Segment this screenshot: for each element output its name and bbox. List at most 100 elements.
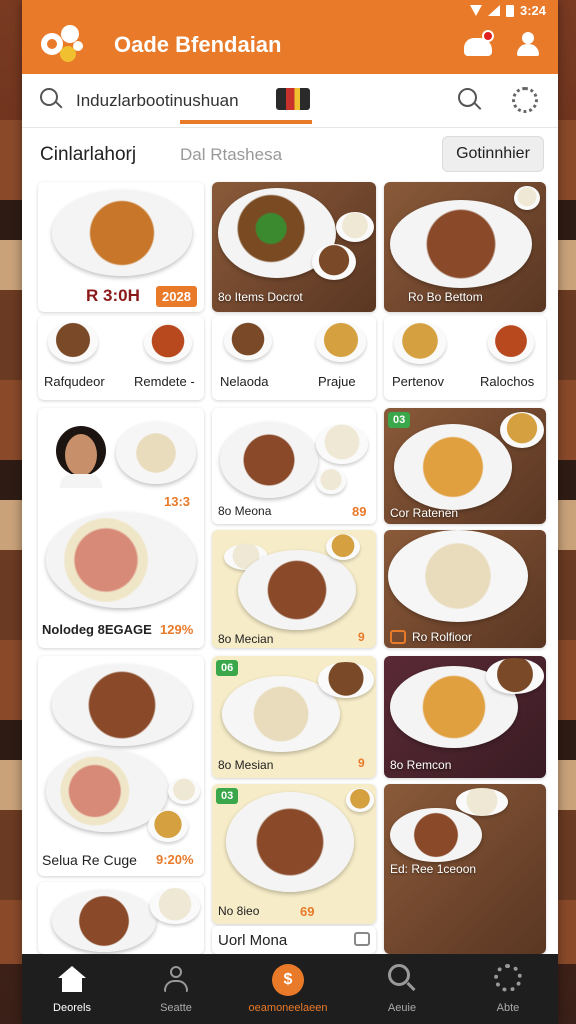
food-card-8[interactable]: Ro Rolfioor xyxy=(384,530,546,648)
card-price: 9:20% xyxy=(156,852,194,867)
card-badge: 03 xyxy=(216,788,239,804)
card-label: No 8ieo xyxy=(218,904,260,918)
image-icon xyxy=(354,932,370,946)
rice-bowl-image xyxy=(316,424,368,464)
food-card-12[interactable]: 03 No 8ieo 69 xyxy=(212,784,376,924)
dish-image xyxy=(226,792,354,892)
dish-image xyxy=(390,200,532,288)
notifications-button[interactable] xyxy=(464,30,496,58)
card-label: Ed: Ree 1ceoon xyxy=(390,862,477,876)
dish-image xyxy=(46,512,196,608)
food-card-5[interactable]: 8o Meona 89 xyxy=(212,408,376,524)
card-tag: 13:3 xyxy=(164,494,191,509)
user-icon xyxy=(164,966,188,992)
food-icon xyxy=(390,630,406,644)
filter-button[interactable]: Gotinnhier xyxy=(442,136,544,172)
food-card-10[interactable]: 06 8o Mesian 9 xyxy=(212,656,376,778)
sushi-icon[interactable] xyxy=(276,88,310,110)
card-label: Ro Bo Bettom xyxy=(408,290,483,304)
status-time: 3:24 xyxy=(519,3,546,18)
card-label: 8o Mecian xyxy=(218,632,274,646)
card-label: Cor Ratenen xyxy=(390,506,459,520)
sauce-bowl-image xyxy=(326,534,360,560)
category-label: Ralochos xyxy=(480,374,535,389)
search-input[interactable] xyxy=(76,88,266,114)
nav-label: Aeuie xyxy=(387,1002,417,1014)
card-label: Ro Rolfioor xyxy=(412,630,473,644)
food-card-3[interactable]: Ro Bo Bettom xyxy=(384,182,546,312)
section-subtitle[interactable]: Dal Rtashesa xyxy=(180,145,282,165)
food-card-6[interactable]: 03 Cor Ratenen xyxy=(384,408,546,524)
nav-find[interactable]: Aeuie xyxy=(352,954,452,1024)
card-price: 89 xyxy=(352,504,367,519)
food-card-11[interactable]: 8o Remcon xyxy=(384,656,546,778)
card-price: R 3:0H xyxy=(86,286,140,305)
user-icon-head xyxy=(522,32,534,44)
food-card-4[interactable]: 13:3 Nolodeg 8EGAGE 129% xyxy=(38,408,204,648)
search-icon xyxy=(388,964,416,992)
app-title: Oade Bfendaian xyxy=(114,32,282,57)
settings-gear-icon[interactable] xyxy=(512,87,538,113)
food-card-15[interactable]: Uorl Mona xyxy=(212,926,376,954)
section-title: Cinlarlahorj xyxy=(40,144,137,165)
nav-home[interactable]: Deorels xyxy=(22,954,122,1024)
bowl-image xyxy=(394,322,446,364)
nav-seatte[interactable]: Seatte xyxy=(126,954,226,1024)
bottom-navigation: Deorels Seatte $ oeamoneelaeen Aeuie Abt… xyxy=(22,954,558,1024)
app-screen: 3:24 Oade Bfendaian Cinlarlahorj Dal Rta… xyxy=(22,0,558,1024)
nav-label: Deorels xyxy=(53,1002,91,1014)
category-label: Nelaoda xyxy=(220,374,269,389)
notification-dot xyxy=(482,30,494,42)
side-bowl-image xyxy=(456,788,508,816)
side-bowl-image xyxy=(336,212,374,242)
food-card-9[interactable]: Selua Re Cuge 9:20% xyxy=(38,656,204,876)
home-icon xyxy=(58,966,86,992)
category-label: Pertenov xyxy=(392,374,445,389)
profile-button[interactable] xyxy=(514,30,542,58)
bowl-image xyxy=(144,324,192,362)
side-bowl-image xyxy=(168,778,200,804)
category-card-2[interactable]: Nelaoda Prajue xyxy=(212,316,376,400)
bowl-image xyxy=(48,322,98,362)
nav-more[interactable]: Abte xyxy=(458,954,558,1024)
side-bowl-image xyxy=(318,662,374,698)
signal-icon xyxy=(487,5,500,16)
bowl-image xyxy=(488,324,534,362)
sauce-bowl-image xyxy=(312,244,356,280)
food-card-7[interactable]: 8o Mecian 9 xyxy=(212,530,376,648)
dish-image xyxy=(388,530,528,622)
card-label: 8o Meona xyxy=(218,504,272,518)
search-button[interactable] xyxy=(458,88,482,112)
category-card-1[interactable]: Rafqudeor Remdete - xyxy=(38,316,204,400)
card-label: 8o Items Docrot xyxy=(218,290,303,304)
category-card-3[interactable]: Pertenov Ralochos xyxy=(384,316,546,400)
bowl-image xyxy=(316,322,366,362)
sauce-bowl-image xyxy=(148,810,188,842)
side-bowl-image xyxy=(316,468,346,494)
side-bowl-image xyxy=(500,412,544,448)
chef-avatar xyxy=(56,426,106,488)
category-label: Prajue xyxy=(318,374,356,389)
price-tag: 2028 xyxy=(156,286,197,307)
header-bar: 3:24 Oade Bfendaian xyxy=(22,0,558,74)
nav-center[interactable]: $ oeamoneelaeen xyxy=(238,954,338,1024)
search-icon[interactable] xyxy=(40,88,63,110)
search-underline xyxy=(180,120,312,124)
food-card-1[interactable]: R 3:0H 2028 xyxy=(38,182,204,312)
background-left xyxy=(0,120,24,964)
food-card-13[interactable]: Ed: Ree 1ceoon xyxy=(384,784,546,954)
category-label: Rafqudeor xyxy=(44,374,105,389)
card-tag: 9 xyxy=(358,756,365,770)
card-price: 129% xyxy=(160,622,194,637)
card-label: Selua Re Cuge xyxy=(42,852,137,868)
side-bowl-image xyxy=(486,658,544,694)
food-card-2[interactable]: 8o Items Docrot xyxy=(212,182,376,312)
food-card-14[interactable] xyxy=(38,882,204,954)
sauce-bowl-image xyxy=(346,788,374,812)
dish-image xyxy=(220,422,318,498)
dish-image xyxy=(116,422,196,484)
card-label: 8o Remcon xyxy=(390,758,452,772)
card-badge: 06 xyxy=(216,660,239,676)
card-label: Uorl Mona xyxy=(218,932,288,949)
card-label: Nolodeg 8EGAGE xyxy=(42,622,152,637)
